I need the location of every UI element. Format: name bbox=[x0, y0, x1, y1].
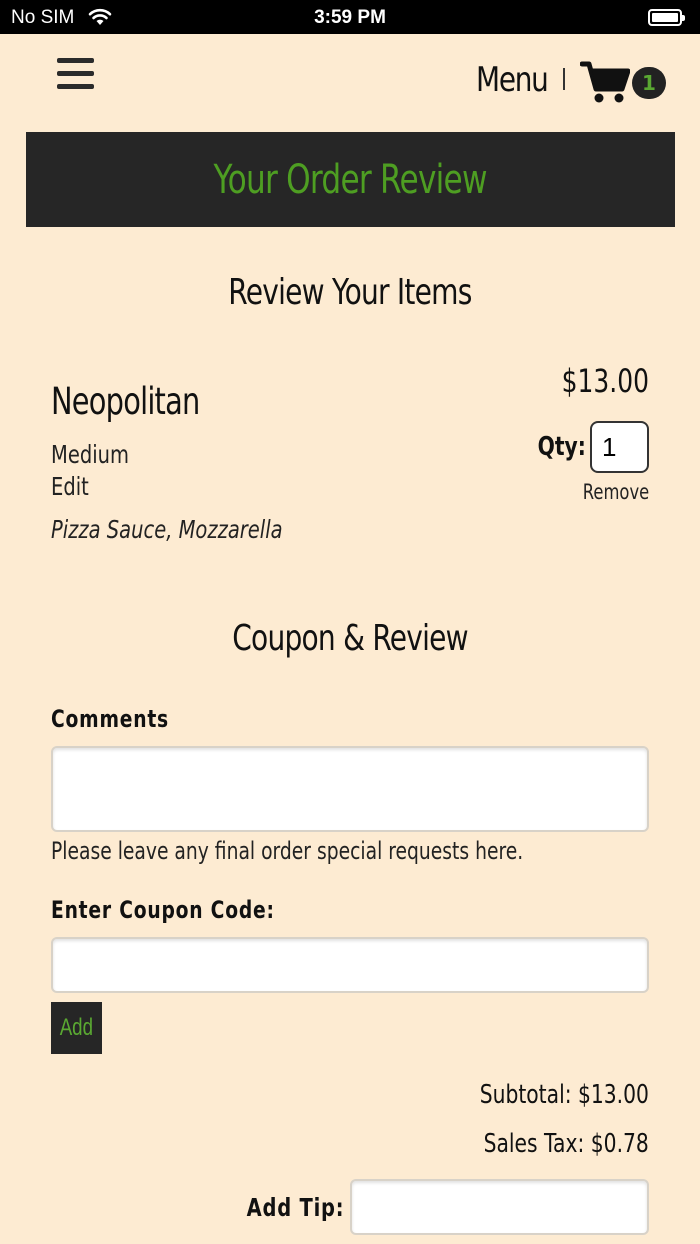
coupon-review-heading: Coupon & Review bbox=[232, 618, 468, 659]
item-toppings: Pizza Sauce, Mozzarella bbox=[51, 515, 283, 544]
clock: 3:59 PM bbox=[314, 7, 386, 28]
item-size: Medium bbox=[51, 440, 129, 469]
coupon-code-input[interactable] bbox=[51, 937, 649, 993]
coupon-code-label: Enter Coupon Code: bbox=[51, 896, 275, 924]
menu-link[interactable]: Menu bbox=[476, 60, 549, 100]
page-title: Your Order Review bbox=[213, 156, 488, 203]
item-edit-link[interactable]: Edit bbox=[51, 472, 99, 501]
shopping-cart-icon[interactable] bbox=[580, 60, 630, 104]
item-price: $13.00 bbox=[561, 362, 649, 400]
review-items-heading: Review Your Items bbox=[228, 272, 472, 313]
subtotal: Subtotal: $13.00 bbox=[479, 1080, 649, 1110]
hamburger-menu-icon[interactable] bbox=[57, 58, 94, 90]
tip-input[interactable] bbox=[350, 1179, 649, 1235]
add-coupon-button[interactable]: Add bbox=[51, 1002, 102, 1054]
qty-label: Qty: bbox=[537, 432, 586, 462]
item-name: Neopolitan bbox=[51, 380, 200, 423]
comments-label: Comments bbox=[51, 705, 169, 733]
battery-icon bbox=[648, 9, 685, 26]
comments-field[interactable] bbox=[51, 746, 649, 832]
sales-tax: Sales Tax: $0.78 bbox=[483, 1129, 649, 1159]
header-divider bbox=[563, 68, 565, 90]
order-review-banner: Your Order Review bbox=[26, 132, 675, 227]
comments-helper-text: Please leave any final order special req… bbox=[51, 837, 524, 865]
cart-count-badge[interactable]: 1 bbox=[632, 67, 666, 99]
qty-input[interactable] bbox=[590, 421, 649, 473]
status-bar: No SIM 3:59 PM bbox=[0, 0, 700, 34]
add-tip-label: Add Tip: bbox=[246, 1193, 344, 1222]
remove-item-link[interactable]: Remove bbox=[564, 480, 649, 504]
